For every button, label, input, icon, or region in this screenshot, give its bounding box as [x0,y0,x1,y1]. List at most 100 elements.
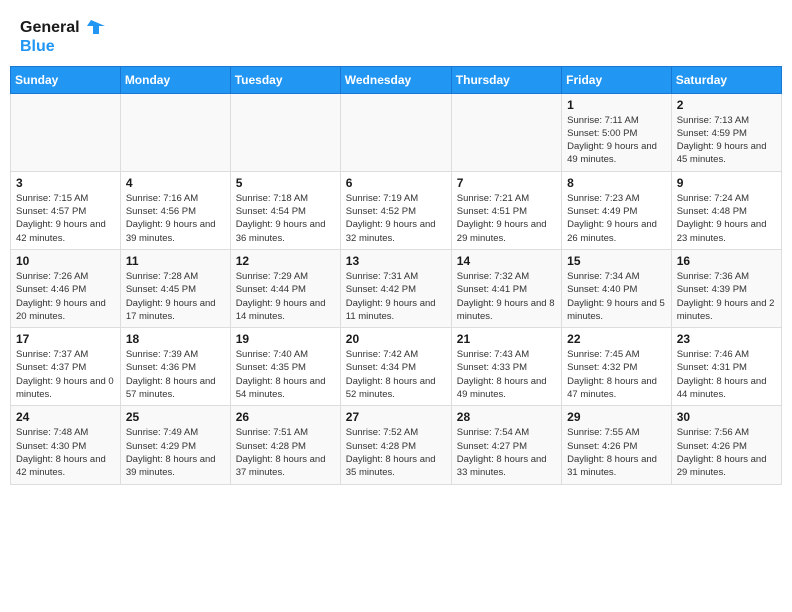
day-number: 7 [457,176,556,190]
day-info: Sunrise: 7:55 AMSunset: 4:26 PMDaylight:… [567,426,666,479]
day-cell: 25 Sunrise: 7:49 AMSunset: 4:29 PMDayligh… [120,406,230,484]
day-info: Sunrise: 7:29 AMSunset: 4:44 PMDaylight:… [236,270,335,323]
day-number: 30 [677,410,776,424]
day-cell: 15 Sunrise: 7:34 AMSunset: 4:40 PMDayligh… [562,249,672,327]
day-number: 11 [126,254,225,268]
day-number: 5 [236,176,335,190]
day-cell: 10Sunrise: 7:26 AMSunset: 4:46 PMDayligh… [11,249,121,327]
day-cell [11,93,121,171]
day-info: Sunrise: 7:36 AMSunset: 4:39 PMDaylight:… [677,270,776,323]
day-number: 1 [567,98,666,112]
day-info: Sunrise: 7:54 AMSunset: 4:27 PMDaylight:… [457,426,556,479]
day-cell: 22 Sunrise: 7:45 AMSunset: 4:32 PMDayligh… [562,328,672,406]
day-number: 26 [236,410,335,424]
day-info: Sunrise: 7:18 AMSunset: 4:54 PMDaylight:… [236,192,335,245]
day-cell: 8 Sunrise: 7:23 AMSunset: 4:49 PMDaylight… [562,171,672,249]
col-header-thursday: Thursday [451,66,561,93]
day-info: Sunrise: 7:11 AMSunset: 5:00 PMDaylight:… [567,114,666,167]
day-number: 21 [457,332,556,346]
day-number: 16 [677,254,776,268]
day-cell: 20Sunrise: 7:42 AMSunset: 4:34 PMDayligh… [340,328,451,406]
day-info: Sunrise: 7:21 AMSunset: 4:51 PMDaylight:… [457,192,556,245]
day-cell [230,93,340,171]
day-cell: 29 Sunrise: 7:55 AMSunset: 4:26 PMDayligh… [562,406,672,484]
calendar-table: SundayMondayTuesdayWednesdayThursdayFrid… [10,66,782,485]
calendar-header-row: SundayMondayTuesdayWednesdayThursdayFrid… [11,66,782,93]
day-cell: 18 Sunrise: 7:39 AMSunset: 4:36 PMDayligh… [120,328,230,406]
calendar-body: 1 Sunrise: 7:11 AMSunset: 5:00 PMDaylight… [11,93,782,484]
day-number: 8 [567,176,666,190]
day-number: 27 [346,410,446,424]
week-row-4: 17Sunrise: 7:37 AMSunset: 4:37 PMDayligh… [11,328,782,406]
logo-bird-icon [83,18,105,38]
day-number: 28 [457,410,556,424]
day-cell: 14Sunrise: 7:32 AMSunset: 4:41 PMDayligh… [451,249,561,327]
day-info: Sunrise: 7:49 AMSunset: 4:29 PMDaylight:… [126,426,225,479]
day-number: 6 [346,176,446,190]
day-number: 3 [16,176,115,190]
day-number: 20 [346,332,446,346]
day-number: 13 [346,254,446,268]
day-info: Sunrise: 7:15 AMSunset: 4:57 PMDaylight:… [16,192,115,245]
day-info: Sunrise: 7:45 AMSunset: 4:32 PMDaylight:… [567,348,666,401]
day-info: Sunrise: 7:48 AMSunset: 4:30 PMDaylight:… [16,426,115,479]
day-cell: 26 Sunrise: 7:51 AMSunset: 4:28 PMDayligh… [230,406,340,484]
day-info: Sunrise: 7:51 AMSunset: 4:28 PMDaylight:… [236,426,335,479]
day-cell: 28 Sunrise: 7:54 AMSunset: 4:27 PMDayligh… [451,406,561,484]
day-info: Sunrise: 7:23 AMSunset: 4:49 PMDaylight:… [567,192,666,245]
calendar-wrap: SundayMondayTuesdayWednesdayThursdayFrid… [0,66,792,495]
day-cell: 4Sunrise: 7:16 AMSunset: 4:56 PMDaylight… [120,171,230,249]
day-info: Sunrise: 7:39 AMSunset: 4:36 PMDaylight:… [126,348,225,401]
logo-general: General [20,19,80,37]
day-number: 29 [567,410,666,424]
day-info: Sunrise: 7:56 AMSunset: 4:26 PMDaylight:… [677,426,776,479]
day-number: 18 [126,332,225,346]
day-cell: 13 Sunrise: 7:31 AMSunset: 4:42 PMDayligh… [340,249,451,327]
day-cell [340,93,451,171]
day-cell [120,93,230,171]
col-header-wednesday: Wednesday [340,66,451,93]
logo: General Blue [20,18,105,56]
day-info: Sunrise: 7:43 AMSunset: 4:33 PMDaylight:… [457,348,556,401]
day-cell [451,93,561,171]
day-info: Sunrise: 7:34 AMSunset: 4:40 PMDaylight:… [567,270,666,323]
col-header-friday: Friday [562,66,672,93]
day-info: Sunrise: 7:37 AMSunset: 4:37 PMDaylight:… [16,348,115,401]
day-cell: 23Sunrise: 7:46 AMSunset: 4:31 PMDayligh… [671,328,781,406]
day-cell: 17Sunrise: 7:37 AMSunset: 4:37 PMDayligh… [11,328,121,406]
day-info: Sunrise: 7:19 AMSunset: 4:52 PMDaylight:… [346,192,446,245]
page-header: General Blue [0,0,792,66]
day-info: Sunrise: 7:52 AMSunset: 4:28 PMDaylight:… [346,426,446,479]
day-number: 15 [567,254,666,268]
day-info: Sunrise: 7:26 AMSunset: 4:46 PMDaylight:… [16,270,115,323]
day-cell: 7 Sunrise: 7:21 AMSunset: 4:51 PMDaylight… [451,171,561,249]
day-number: 2 [677,98,776,112]
day-info: Sunrise: 7:28 AMSunset: 4:45 PMDaylight:… [126,270,225,323]
day-number: 4 [126,176,225,190]
day-cell: 6 Sunrise: 7:19 AMSunset: 4:52 PMDaylight… [340,171,451,249]
day-number: 22 [567,332,666,346]
day-number: 14 [457,254,556,268]
week-row-5: 24 Sunrise: 7:48 AMSunset: 4:30 PMDayligh… [11,406,782,484]
day-cell: 21 Sunrise: 7:43 AMSunset: 4:33 PMDayligh… [451,328,561,406]
day-info: Sunrise: 7:31 AMSunset: 4:42 PMDaylight:… [346,270,446,323]
day-cell: 1 Sunrise: 7:11 AMSunset: 5:00 PMDaylight… [562,93,672,171]
week-row-1: 1 Sunrise: 7:11 AMSunset: 5:00 PMDaylight… [11,93,782,171]
day-cell: 27 Sunrise: 7:52 AMSunset: 4:28 PMDayligh… [340,406,451,484]
day-cell: 16 Sunrise: 7:36 AMSunset: 4:39 PMDayligh… [671,249,781,327]
day-number: 9 [677,176,776,190]
day-number: 25 [126,410,225,424]
col-header-saturday: Saturday [671,66,781,93]
day-info: Sunrise: 7:24 AMSunset: 4:48 PMDaylight:… [677,192,776,245]
day-number: 24 [16,410,115,424]
day-cell: 11 Sunrise: 7:28 AMSunset: 4:45 PMDayligh… [120,249,230,327]
day-cell: 12 Sunrise: 7:29 AMSunset: 4:44 PMDayligh… [230,249,340,327]
day-number: 12 [236,254,335,268]
day-cell: 19Sunrise: 7:40 AMSunset: 4:35 PMDayligh… [230,328,340,406]
col-header-tuesday: Tuesday [230,66,340,93]
day-cell: 5 Sunrise: 7:18 AMSunset: 4:54 PMDaylight… [230,171,340,249]
logo-blue: Blue [20,38,105,56]
col-header-monday: Monday [120,66,230,93]
day-cell: 3 Sunrise: 7:15 AMSunset: 4:57 PMDaylight… [11,171,121,249]
week-row-2: 3 Sunrise: 7:15 AMSunset: 4:57 PMDaylight… [11,171,782,249]
